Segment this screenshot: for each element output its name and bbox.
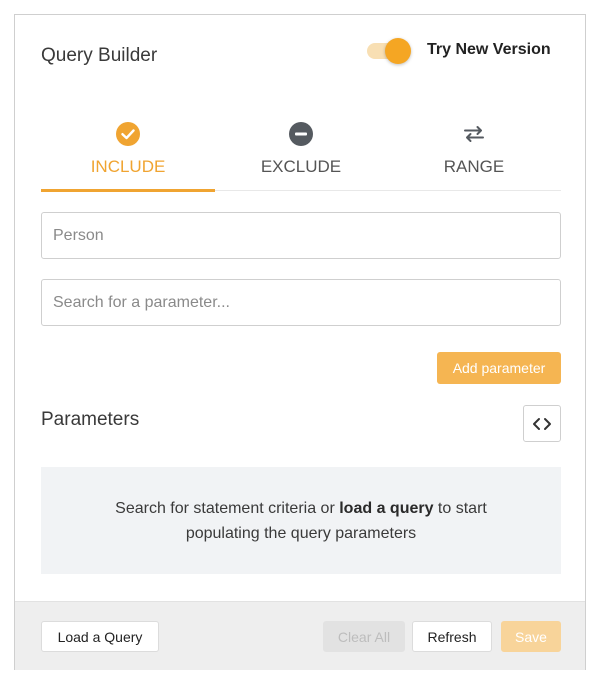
toggle-label: Try New Version (427, 41, 551, 58)
tab-exclude[interactable]: EXCLUDE (214, 115, 388, 191)
tab-bar: INCLUDE EXCLUDE RANGE (41, 115, 561, 192)
footer-bar: Load a Query Clear All Refresh Save (15, 601, 585, 670)
toggle-track[interactable] (367, 38, 411, 64)
page-title: Query Builder (41, 45, 158, 66)
tab-range-label: RANGE (443, 157, 505, 176)
code-brackets-icon (533, 417, 551, 430)
person-input[interactable] (41, 212, 561, 259)
parameters-empty-state: Search for statement criteria or load a … (41, 467, 561, 574)
minus-circle-icon (289, 122, 313, 146)
toggle-knob[interactable] (385, 38, 411, 64)
check-circle-icon (116, 122, 140, 146)
new-version-toggle[interactable]: Try New Version (367, 38, 551, 64)
load-query-link[interactable]: load a query (339, 500, 433, 517)
tab-include[interactable]: INCLUDE (41, 115, 215, 192)
empty-state-text: Search for statement criteria or load a … (81, 496, 521, 546)
load-query-button[interactable]: Load a Query (41, 621, 159, 652)
clear-all-button[interactable]: Clear All (323, 621, 405, 652)
code-view-button[interactable] (523, 405, 561, 442)
tab-include-label: INCLUDE (90, 157, 166, 176)
empty-text-before: Search for statement criteria or (115, 499, 340, 517)
tab-range[interactable]: RANGE (387, 115, 561, 191)
refresh-button[interactable]: Refresh (412, 621, 492, 652)
save-button[interactable]: Save (501, 621, 561, 652)
tab-exclude-label: EXCLUDE (260, 157, 342, 176)
add-parameter-button[interactable]: Add parameter (437, 352, 561, 384)
parameter-search-input[interactable] (41, 279, 561, 326)
swap-arrows-icon (464, 126, 484, 142)
parameters-heading: Parameters (41, 409, 140, 430)
query-builder-panel: Query Builder Try New Version INCLUDE EX… (14, 14, 586, 670)
